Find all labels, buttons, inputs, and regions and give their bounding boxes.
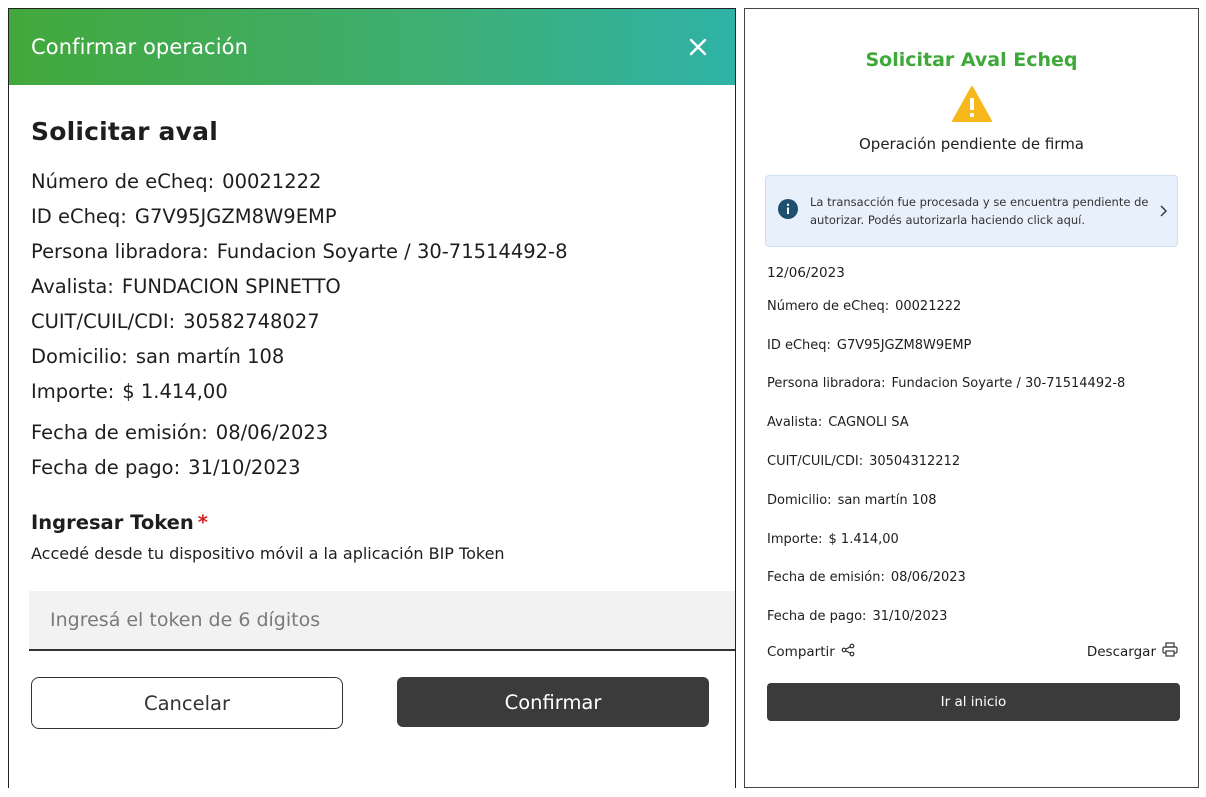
field-persona-libradora: Persona libradora: Fundacion Soyarte / 30… <box>31 234 713 269</box>
field-value: Fundacion Soyarte / 30-71514492-8 <box>216 240 568 263</box>
receipt-field: Importe: $ 1.414,00 <box>767 520 1198 559</box>
go-home-button[interactable]: Ir al inicio <box>767 683 1180 722</box>
field-value: G7V95JGZM8W9EMP <box>134 205 337 228</box>
field-domicilio: Domicilio: san martín 108 <box>31 339 713 374</box>
field-label: ID eCheq: <box>31 205 127 228</box>
share-button[interactable]: Compartir <box>767 642 855 661</box>
field-label: Domicilio: <box>31 345 128 368</box>
field-label: Fecha de emisión: <box>767 570 885 586</box>
info-text: La transacción fue procesada y se encuen… <box>810 195 1149 227</box>
field-cuit: CUIT/CUIL/CDI: 30582748027 <box>31 304 713 339</box>
field-label: ID eCheq: <box>767 337 831 353</box>
field-value: san martín 108 <box>837 492 937 508</box>
field-id-echeq: ID eCheq: G7V95JGZM8W9EMP <box>31 199 713 234</box>
token-input[interactable] <box>48 608 735 632</box>
receipt-title: Solicitar Aval Echeq <box>865 49 1078 71</box>
download-label: Descargar <box>1086 643 1156 660</box>
field-value: $ 1.414,00 <box>828 531 899 547</box>
share-icon <box>841 643 855 661</box>
field-label: Fecha de emisión: <box>31 421 208 444</box>
required-mark: * <box>197 511 208 534</box>
field-value: Fundacion Soyarte / 30-71514492-8 <box>891 376 1126 392</box>
receipt-field: Persona libradora: Fundacion Soyarte / 30… <box>767 365 1198 404</box>
field-label: Importe: <box>31 380 115 403</box>
field-numero-echeq: Número de eCheq: 00021222 <box>31 164 713 199</box>
field-value: FUNDACION SPINETTO <box>121 275 341 298</box>
token-help-text: Accedé desde tu dispositivo móvil a la a… <box>31 544 505 563</box>
download-button[interactable]: Descargar <box>1087 642 1178 661</box>
field-value: G7V95JGZM8W9EMP <box>836 337 972 353</box>
operation-heading: Solicitar aval <box>31 117 218 146</box>
field-label: Número de eCheq: <box>767 298 890 314</box>
receipt-panel: Solicitar Aval Echeq Operación pendiente… <box>744 8 1199 788</box>
field-label: CUIT/CUIL/CDI: <box>767 454 864 470</box>
field-avalista: Avalista: FUNDACION SPINETTO <box>31 269 713 304</box>
info-icon <box>778 199 798 223</box>
receipt-status: Operación pendiente de firma <box>858 135 1084 153</box>
field-fecha-emision: Fecha de emisión: 08/06/2023 <box>31 415 713 450</box>
share-label: Compartir <box>767 643 835 660</box>
warning-icon <box>745 85 1198 123</box>
field-label: Fecha de pago: <box>31 456 181 479</box>
field-fecha-pago: Fecha de pago: 31/10/2023 <box>31 450 713 485</box>
confirm-button[interactable]: Confirmar <box>397 677 709 727</box>
field-label: Importe: <box>767 531 823 547</box>
pending-authorization-banner[interactable]: La transacción fue procesada y se encuen… <box>765 175 1178 247</box>
modal-title: Confirmar operación <box>31 35 248 59</box>
close-icon[interactable] <box>683 32 713 62</box>
token-field[interactable] <box>29 591 735 651</box>
field-value: 31/10/2023 <box>872 609 948 625</box>
field-value: 00021222 <box>222 170 322 193</box>
receipt-field: Número de eCheq: 00021222 <box>767 287 1198 326</box>
modal-header: Confirmar operación <box>9 9 735 85</box>
field-label: Persona libradora: <box>31 240 209 263</box>
field-label: Avalista: <box>767 415 823 431</box>
field-label: CUIT/CUIL/CDI: <box>31 310 176 333</box>
receipt-date: 12/06/2023 <box>767 265 845 281</box>
field-value: 08/06/2023 <box>890 570 966 586</box>
field-label: Domicilio: <box>767 492 832 508</box>
receipt-field: CUIT/CUIL/CDI: 30504312212 <box>767 442 1198 481</box>
field-value: CAGNOLI SA <box>828 415 909 431</box>
field-value: 31/10/2023 <box>188 456 301 479</box>
print-icon <box>1162 642 1178 661</box>
receipt-field: Domicilio: san martín 108 <box>767 481 1198 520</box>
cancel-button[interactable]: Cancelar <box>31 677 343 729</box>
token-label-text: Ingresar Token <box>31 511 194 534</box>
field-label: Avalista: <box>31 275 114 298</box>
field-label: Persona libradora: <box>767 376 886 392</box>
token-label: Ingresar Token * <box>31 511 713 534</box>
confirm-operation-modal: Confirmar operación Solicitar aval Númer… <box>8 8 736 788</box>
receipt-field: Fecha de emisión: 08/06/2023 <box>767 559 1198 598</box>
field-importe: Importe: $ 1.414,00 <box>31 374 713 409</box>
field-value: $ 1.414,00 <box>122 380 228 403</box>
field-label: Fecha de pago: <box>767 609 867 625</box>
field-value: 08/06/2023 <box>215 421 329 444</box>
field-label: Número de eCheq: <box>31 170 215 193</box>
field-value: san martín 108 <box>135 345 285 368</box>
receipt-field: Avalista: CAGNOLI SA <box>767 403 1198 442</box>
receipt-field: ID eCheq: G7V95JGZM8W9EMP <box>767 326 1198 365</box>
field-value: 30582748027 <box>183 310 320 333</box>
field-value: 30504312212 <box>869 454 961 470</box>
receipt-field: Fecha de pago: 31/10/2023 <box>767 597 1198 636</box>
field-value: 00021222 <box>895 298 962 314</box>
chevron-right-icon <box>1159 202 1167 221</box>
